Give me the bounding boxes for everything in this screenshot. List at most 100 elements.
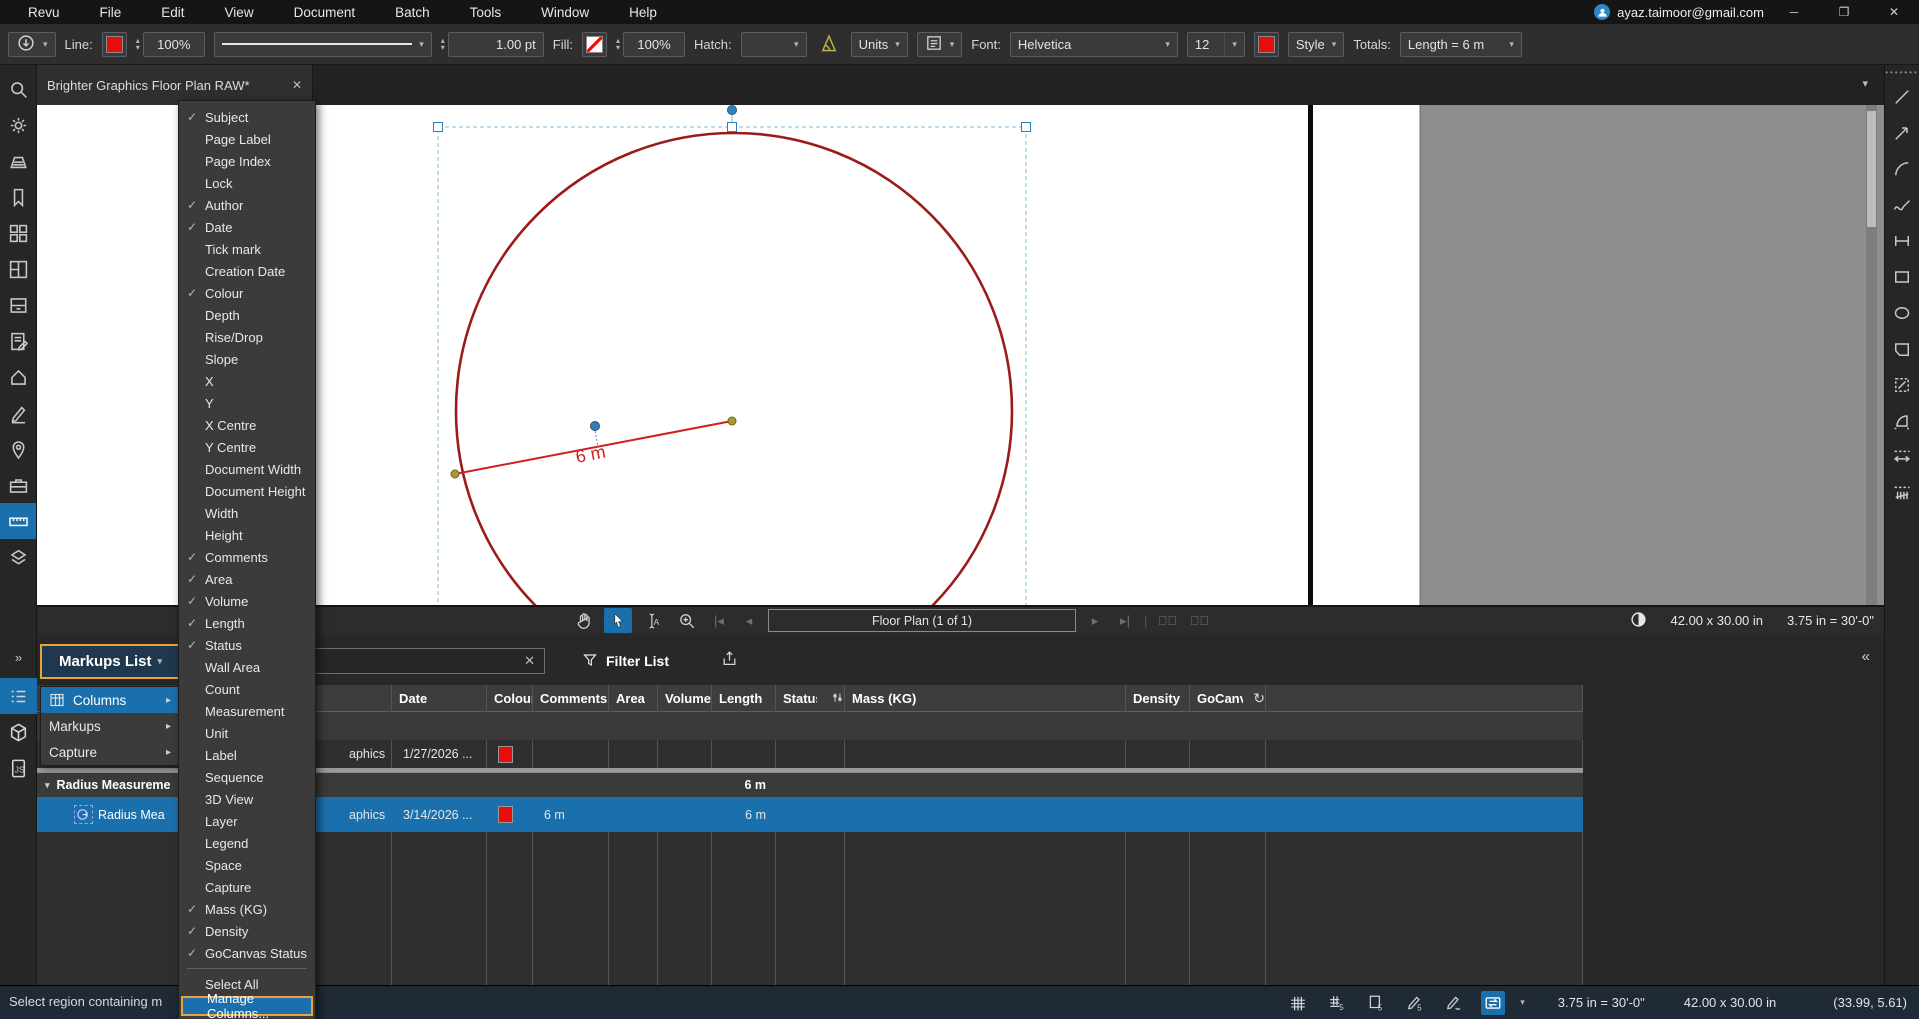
tool-arc-icon[interactable] <box>1885 151 1919 187</box>
column-menu-item[interactable]: Count <box>179 678 315 700</box>
column-menu-item[interactable]: Rise/Drop <box>179 326 315 348</box>
font-dropdown[interactable]: Helvetica▾ <box>1010 32 1178 57</box>
column-filter-icon[interactable] <box>831 691 844 707</box>
column-menu-item[interactable]: Legend <box>179 832 315 854</box>
hatch-dropdown[interactable]: ▾ <box>741 32 807 57</box>
select-text-tool-icon[interactable]: A <box>640 608 666 633</box>
tool-rectangle-icon[interactable] <box>1885 259 1919 295</box>
fill-opacity-stepper[interactable]: ▴▾ <box>616 37 620 51</box>
column-menu-item[interactable]: ✓Status <box>179 634 315 656</box>
column-menu-item[interactable]: Space <box>179 854 315 876</box>
column-header-date[interactable]: Date <box>391 685 486 712</box>
column-menu-item[interactable]: Measurement <box>179 700 315 722</box>
column-menu-item[interactable]: X <box>179 370 315 392</box>
sidebar-tool-chest-icon[interactable] <box>0 467 36 503</box>
sidebar-places-icon[interactable] <box>0 431 36 467</box>
column-menu-item[interactable]: ✓Author <box>179 194 315 216</box>
column-menu-item[interactable]: Capture <box>179 876 315 898</box>
strip-script-icon[interactable]: JS <box>0 750 37 786</box>
line-opacity-field[interactable]: 100% <box>143 32 205 57</box>
markups-menu-item-columns[interactable]: Columns▸ <box>41 687 179 713</box>
column-header-length[interactable]: Length <box>711 685 775 712</box>
column-menu-item[interactable]: ✓Comments <box>179 546 315 568</box>
tab-list-chevron-icon[interactable]: ▾ <box>1862 77 1868 90</box>
font-color-button[interactable] <box>1254 32 1279 57</box>
fill-opacity-field[interactable]: 100% <box>623 32 685 57</box>
sidebar-markup-summary-icon[interactable] <box>0 323 36 359</box>
tool-count-icon[interactable] <box>1885 475 1919 511</box>
column-menu-item[interactable]: Y Centre <box>179 436 315 458</box>
reuse-tool-icon[interactable] <box>1481 991 1505 1015</box>
font-size-dropdown[interactable]: 12▾ <box>1187 32 1245 57</box>
snap-hint-icon[interactable] <box>1442 991 1466 1015</box>
previous-view-button[interactable]: ◂⃝ <box>1155 608 1179 633</box>
clear-search-icon[interactable]: ✕ <box>524 653 535 669</box>
column-menu-item[interactable]: ✓Volume <box>179 590 315 612</box>
column-menu-item[interactable]: Creation Date <box>179 260 315 282</box>
sidebar-spaces-icon[interactable] <box>0 251 36 287</box>
menu-batch[interactable]: Batch <box>395 5 430 20</box>
column-header-mass_kg[interactable]: Mass (KG) <box>844 685 1125 712</box>
export-icon[interactable] <box>721 650 738 670</box>
column-menu-item[interactable]: Width <box>179 502 315 524</box>
menu-file[interactable]: File <box>100 5 122 20</box>
last-page-button[interactable]: ▸| <box>1114 608 1136 633</box>
document-tab[interactable]: Brighter Graphics Floor Plan RAW* ✕ <box>37 65 313 105</box>
maximize-button[interactable]: ❐ <box>1819 0 1869 24</box>
column-menu-item[interactable]: Lock <box>179 172 315 194</box>
line-width-field[interactable]: 1.00 pt <box>448 32 544 57</box>
protractor-icon[interactable] <box>818 32 840 57</box>
reuse-dropdown-chevron[interactable]: ▾ <box>1520 997 1525 1008</box>
line-color-button[interactable] <box>102 32 127 57</box>
sidebar-thumbnails-icon[interactable] <box>0 215 36 251</box>
sidebar-file-drawer-icon[interactable] <box>0 287 36 323</box>
column-header-colour[interactable]: Colour <box>486 685 532 712</box>
totals-dropdown[interactable]: Length = 6 m▾ <box>1400 32 1522 57</box>
column-menu-item[interactable]: ✓Mass (KG) <box>179 898 315 920</box>
markups-menu-item-markups[interactable]: Markups▸ <box>41 713 179 739</box>
column-header-volume[interactable]: Volume <box>657 685 711 712</box>
pan-tool-icon[interactable] <box>570 608 596 633</box>
menu-view[interactable]: View <box>225 5 254 20</box>
column-menu-item[interactable]: Y <box>179 392 315 414</box>
account-info[interactable]: ayaz.taimoor@gmail.com <box>1594 0 1764 24</box>
menu-tools[interactable]: Tools <box>470 5 502 20</box>
close-button[interactable]: ✕ <box>1869 0 1919 24</box>
previous-page-button[interactable]: ◂ <box>738 608 760 633</box>
column-menu-item[interactable]: ✓Date <box>179 216 315 238</box>
menu-document[interactable]: Document <box>294 5 356 20</box>
tool-polyline-icon[interactable] <box>1885 187 1919 223</box>
sidebar-studio-icon[interactable] <box>0 359 36 395</box>
collapse-panel-icon[interactable]: « <box>1862 648 1870 665</box>
column-menu-item[interactable]: ✓GoCanvas Status <box>179 942 315 964</box>
tool-arrow-icon[interactable] <box>1885 115 1919 151</box>
column-menu-item[interactable]: Label <box>179 744 315 766</box>
column-menu-item[interactable]: Wall Area <box>179 656 315 678</box>
column-menu-item[interactable]: ✓Length <box>179 612 315 634</box>
sidebar-layers-icon[interactable] <box>0 539 36 575</box>
markups-list-button[interactable]: Markups List▾ <box>40 644 181 679</box>
column-menu-item[interactable]: Tick mark <box>179 238 315 260</box>
menu-revu[interactable]: Revu <box>28 5 60 20</box>
markup-subject-cell[interactable]: Radius Mea <box>67 797 178 832</box>
column-header-status[interactable]: Status <box>775 685 844 712</box>
column-menu-item[interactable]: Slope <box>179 348 315 370</box>
tool-area-measure-icon[interactable] <box>1885 403 1919 439</box>
expand-panel-icon[interactable]: » <box>0 650 37 665</box>
units-dropdown[interactable]: Units▾ <box>851 32 908 57</box>
sidebar-bookmarks-icon[interactable] <box>0 179 36 215</box>
contrast-icon[interactable] <box>1630 611 1647 631</box>
column-menu-item[interactable]: ✓Density <box>179 920 315 942</box>
tool-length-measure-icon[interactable] <box>1885 439 1919 475</box>
next-page-button[interactable]: ▸ <box>1084 608 1106 633</box>
column-header-density[interactable]: Density <box>1125 685 1189 712</box>
column-menu-item[interactable]: Page Index <box>179 150 315 172</box>
column-menu-item[interactable]: Layer <box>179 810 315 832</box>
text-align-dropdown[interactable]: ▾ <box>917 32 963 57</box>
manage-columns-item[interactable]: Manage Columns... <box>181 996 313 1016</box>
line-width-stepper[interactable]: ▴▾ <box>441 37 445 51</box>
column-header-area[interactable]: Area <box>608 685 657 712</box>
first-page-button[interactable]: |◂ <box>708 608 730 633</box>
group-subject-cell[interactable]: ▾Radius Measureme <box>37 773 178 797</box>
tool-line-icon[interactable] <box>1885 79 1919 115</box>
